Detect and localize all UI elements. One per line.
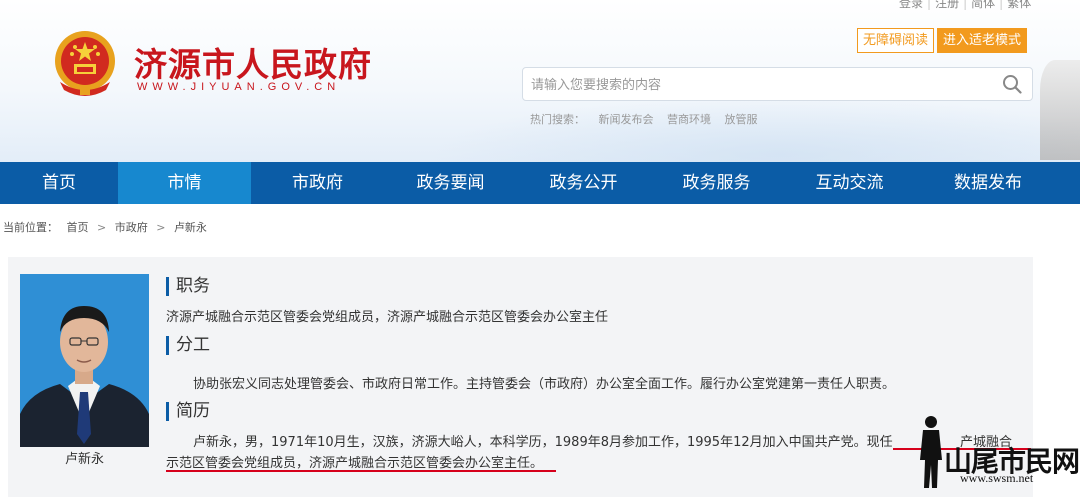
site-domain: WWW.JIYUAN.GOV.CN	[137, 81, 341, 93]
watermark-url: www.swsm.net	[960, 471, 1034, 485]
duty-text: 济源产城融合示范区管委会党组成员，济源产城融合示范区管委会办公室主任	[166, 310, 609, 325]
top-links: 登录 | 注册 | 简体 | 繁体	[895, 0, 1035, 11]
nav-government[interactable]: 市政府	[251, 162, 384, 204]
photo-caption: 卢新永	[64, 452, 104, 467]
nav-news[interactable]: 政务要闻	[384, 162, 517, 204]
red-underline	[166, 470, 556, 472]
search-icon[interactable]	[1002, 74, 1022, 94]
nav-interaction[interactable]: 互动交流	[783, 162, 916, 204]
breadcrumb-government[interactable]: 市政府	[115, 221, 148, 234]
resume-line-2: 示范区管委会党组成员，济源产城融合示范区管委会办公室主任。	[166, 456, 544, 471]
register-link[interactable]: 注册	[931, 0, 963, 11]
nav-home[interactable]: 首页	[0, 162, 118, 204]
official-photo	[20, 274, 149, 447]
search-box	[522, 67, 1033, 101]
breadcrumb-home[interactable]: 首页	[67, 221, 89, 234]
hot-search-item[interactable]: 新闻发布会	[599, 113, 654, 126]
duty-heading: 职务	[166, 276, 210, 296]
division-text: 协助张宏义同志处理管委会、市政府日常工作。主持管委会（市政府）办公室全面工作。履…	[193, 377, 896, 392]
breadcrumb-label: 当前位置：	[3, 221, 58, 234]
breadcrumb-current: 卢新永	[173, 221, 207, 234]
portrait-image	[20, 274, 149, 447]
breadcrumb-separator: >	[156, 221, 166, 234]
accessible-reading-button[interactable]: 无障碍阅读	[857, 28, 935, 53]
site-header: 登录 | 注册 | 简体 | 繁体 济源市人民政府 WWW.JIYUAN.GOV.CN 无障…	[0, 0, 1080, 162]
resume-heading: 简历	[166, 401, 210, 421]
main-nav: 首页 市情 市政府 政务要闻 政务公开 政务服务 互动交流 数据发布	[0, 162, 1080, 204]
nav-data[interactable]: 数据发布	[916, 162, 1060, 204]
national-emblem-icon	[55, 31, 115, 96]
resume-line-1: 卢新永，男，1971年10月生，汉族，济源大峪人，本科学历，1989年8月参加工…	[193, 435, 893, 450]
breadcrumb: 当前位置： 首页 > 市政府 > 卢新永	[3, 219, 212, 235]
nav-services[interactable]: 政务服务	[650, 162, 783, 204]
traditional-link[interactable]: 繁体	[1003, 0, 1035, 11]
nav-open-affairs[interactable]: 政务公开	[517, 162, 650, 204]
elder-mode-button[interactable]: 进入适老模式	[937, 28, 1028, 53]
hot-search-item[interactable]: 营商环境	[667, 113, 711, 126]
site-title: 济源市人民政府	[134, 45, 372, 84]
hot-searches: 热门搜索： 新闻发布会 营商环境 放管服	[530, 111, 768, 127]
breadcrumb-separator: >	[97, 221, 107, 234]
login-link[interactable]: 登录	[895, 0, 927, 11]
hot-search-label: 热门搜索：	[530, 113, 585, 126]
header-sculpture-image	[1040, 60, 1080, 160]
simplified-link[interactable]: 简体	[967, 0, 999, 11]
header-decoration	[430, 95, 1080, 162]
nav-city-info[interactable]: 市情	[118, 162, 251, 204]
division-heading: 分工	[166, 335, 210, 355]
search-input[interactable]	[531, 68, 991, 100]
hot-search-item[interactable]: 放管服	[725, 113, 758, 126]
